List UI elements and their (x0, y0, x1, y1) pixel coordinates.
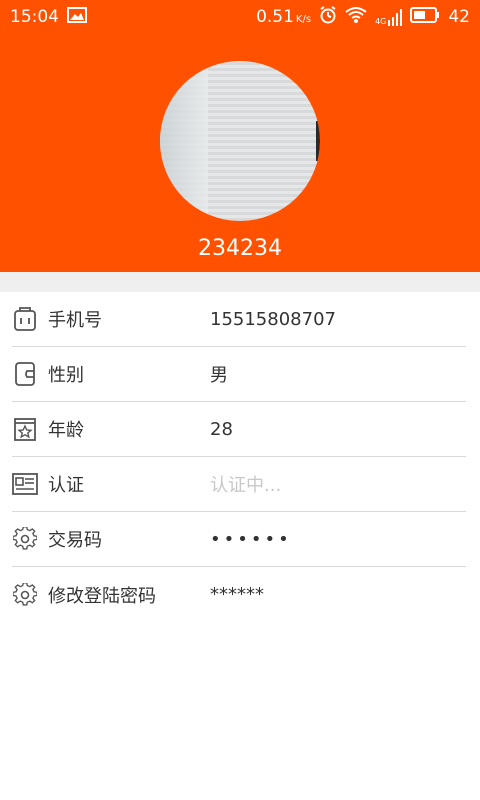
gender-icon (12, 361, 38, 387)
change-password-label: 修改登陆密码 (48, 585, 156, 607)
id-card-icon (12, 471, 38, 497)
profile-info-list: 手机号 15515808707 性别 男 年龄 28 认证 认证中... 交易码… (0, 292, 480, 622)
battery-level: 42 (448, 7, 470, 27)
battery-icon (410, 6, 440, 28)
status-time: 15:04 (10, 7, 59, 27)
age-value: 28 (210, 418, 233, 440)
row-change-password[interactable]: 修改登陆密码 ****** (12, 567, 466, 622)
password-mask: ****** (210, 584, 264, 605)
row-verification[interactable]: 认证 认证中... (12, 457, 466, 512)
profile-header: 15:04 0.51 K/s 4G 42 234234 (0, 0, 480, 272)
trade-code-value: •••••• (210, 528, 292, 550)
calendar-star-icon (12, 416, 38, 442)
signal-icon: 4G (375, 8, 403, 26)
section-divider (0, 272, 480, 292)
age-label: 年龄 (48, 420, 84, 441)
phone-icon (12, 306, 38, 332)
gear-icon (12, 582, 38, 608)
row-trade-code[interactable]: 交易码 •••••• (12, 512, 466, 567)
wifi-icon (345, 6, 367, 29)
gender-label: 性别 (48, 365, 84, 386)
row-phone[interactable]: 手机号 15515808707 (12, 292, 466, 347)
phone-label: 手机号 (48, 310, 102, 331)
network-speed: 0.51 K/s (256, 7, 312, 27)
status-bar: 15:04 0.51 K/s 4G 42 (0, 0, 480, 34)
verification-status: 认证中... (210, 475, 282, 496)
row-gender[interactable]: 性别 男 (12, 347, 466, 402)
verification-label: 认证 (48, 475, 84, 496)
phone-value: 15515808707 (210, 308, 336, 330)
row-age[interactable]: 年龄 28 (12, 402, 466, 457)
gear-icon (12, 526, 38, 552)
username: 234234 (198, 236, 282, 261)
trade-code-label: 交易码 (48, 530, 102, 551)
image-icon (67, 6, 87, 28)
gender-value: 男 (210, 365, 228, 386)
alarm-icon (319, 5, 337, 29)
avatar[interactable] (160, 61, 320, 221)
